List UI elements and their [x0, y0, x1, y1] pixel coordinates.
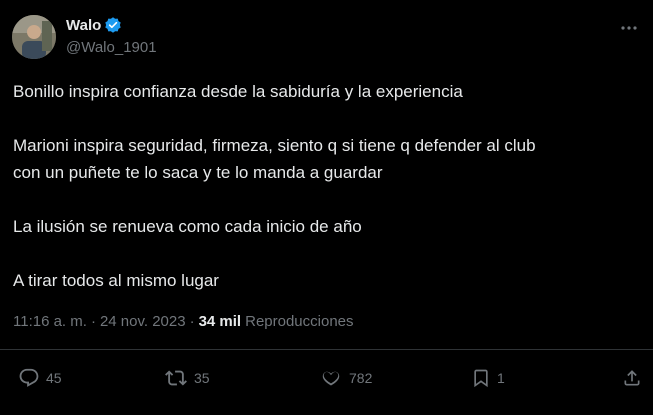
share-button[interactable] — [622, 367, 642, 389]
author-block: Walo @Walo_1901 — [66, 15, 157, 57]
tweet-meta: 11:16 a. m. · 24 nov. 2023 · 34 mil Repr… — [13, 313, 354, 330]
bookmark-button[interactable]: 1 — [471, 367, 505, 389]
tweet-line: Marioni inspira seguridad, firmeza, sien… — [13, 136, 536, 155]
author-handle[interactable]: @Walo_1901 — [66, 39, 157, 56]
repost-icon — [164, 367, 188, 389]
like-button[interactable]: 782 — [319, 367, 372, 389]
share-icon — [622, 367, 642, 389]
bookmark-count: 1 — [497, 370, 505, 386]
bookmark-icon — [471, 367, 491, 389]
views-label[interactable]: Reproducciones — [245, 313, 353, 330]
action-bar: 45 35 782 1 — [0, 360, 653, 400]
repost-count: 35 — [194, 370, 210, 386]
tweet-text: Bonillo inspira confianza desde la sabid… — [13, 78, 643, 294]
tweet-time[interactable]: 11:16 a. m. — [13, 313, 87, 330]
more-options-icon[interactable] — [619, 20, 639, 36]
reply-icon — [18, 367, 40, 389]
tweet-line: A tirar todos al mismo lugar — [13, 271, 219, 290]
tweet-card: Walo @Walo_1901 Bonillo inspira confianz… — [0, 0, 653, 415]
tweet-date[interactable]: 24 nov. 2023 — [100, 313, 186, 330]
views-count[interactable]: 34 mil — [199, 313, 242, 330]
like-count: 782 — [349, 370, 373, 386]
verified-badge-icon[interactable] — [104, 16, 122, 34]
avatar[interactable] — [12, 15, 56, 59]
reply-button[interactable]: 45 — [18, 367, 62, 389]
reply-count: 45 — [46, 370, 62, 386]
repost-button[interactable]: 35 — [164, 367, 210, 389]
divider — [0, 349, 653, 350]
tweet-line: La ilusión se renueva como cada inicio d… — [13, 217, 362, 236]
heart-icon — [319, 367, 343, 389]
author-name[interactable]: Walo — [66, 17, 101, 34]
tweet-line: con un puñete te lo saca y te lo manda a… — [13, 163, 383, 182]
meta-separator: · — [90, 313, 96, 330]
tweet-line: Bonillo inspira confianza desde la sabid… — [13, 82, 463, 101]
meta-separator: · — [189, 313, 195, 330]
